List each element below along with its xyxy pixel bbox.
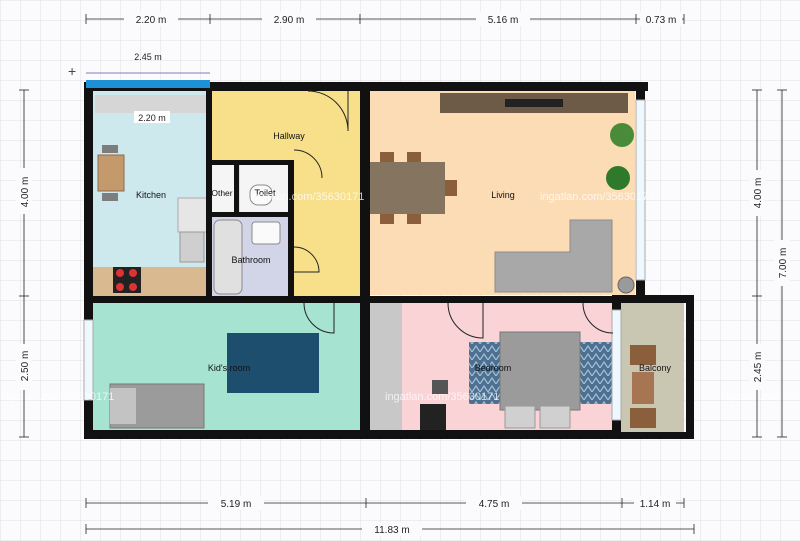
balcony-label: Balcony [639,363,672,373]
bathroom-label: Bathroom [231,255,270,265]
floor-plan-canvas: Kitchen Hallway Other Toilet Bathroom Li… [0,0,800,541]
kitchen-chair [102,145,118,153]
watermark-text: ingatlan.com/35630171 [250,191,364,203]
plant [610,123,634,147]
dim-window-width: 2.45 m [134,52,162,62]
watermark-text: ingatlan.com/35630171 [540,191,654,203]
tv [505,99,563,107]
other-label: Other [211,188,232,198]
dim-bottom-2: 4.75 m [479,499,510,510]
kitchen-chair [102,193,118,201]
bed-pillow [504,405,536,429]
dim-total-width: 11.83 m [374,525,409,536]
kitchen-counter [92,267,210,297]
plant [606,166,630,190]
balcony-chair [630,345,656,365]
dim-right-2: 2.45 m [753,352,764,383]
watermark-text: ingatlan.com/35630171 [720,391,800,403]
window-bedroom [611,309,622,421]
bed-pillow [539,405,571,429]
dim-top-1: 2.20 m [136,15,167,26]
dim-bottom-3: 1.14 m [640,499,671,510]
stove-burner [129,269,137,277]
stove-burner [116,269,124,277]
dim-bottom-1: 5.19 m [221,499,252,510]
balcony-table [632,372,654,404]
dim-counter-width: 2.20 m [138,113,166,123]
kitchen-sink [179,231,205,263]
window-living [635,99,646,281]
kitchen-table [97,154,125,192]
bedroom-label: Bedroom [475,363,512,373]
dim-right-total: 7.00 m [778,248,789,279]
kitchen-label: Kitchen [136,190,166,200]
double-bed [499,331,581,411]
kids-room-label: Kid's room [208,363,250,373]
window-kids-room [83,319,94,401]
bedroom-wardrobe [370,302,402,430]
dim-top-2: 2.90 m [274,15,305,26]
dim-left-2: 2.50 m [20,351,31,382]
window-kitchen [86,80,210,88]
dim-top-4: 0.73 m [646,15,677,26]
stove-burner [116,283,124,291]
plus-marker: + [68,63,76,79]
washbasin [251,221,281,245]
dim-top-3: 5.16 m [488,15,519,26]
balcony-chair [630,408,656,428]
fridge [177,197,209,233]
stove-burner [129,283,137,291]
kitchen-cabinet [95,95,208,113]
watermark-text: ingatlan.com/35630171 [385,391,499,403]
desk [420,404,446,430]
living-label: Living [491,190,515,200]
floor-plan: Kitchen Hallway Other Toilet Bathroom Li… [0,0,800,541]
hallway-label: Hallway [273,131,305,141]
dining-table [370,162,445,214]
dim-left-1: 4.00 m [20,177,31,208]
lamp [617,276,635,294]
dim-right-1: 4.00 m [753,178,764,209]
watermark-text: ingatlan.com/35630171 [0,391,114,403]
